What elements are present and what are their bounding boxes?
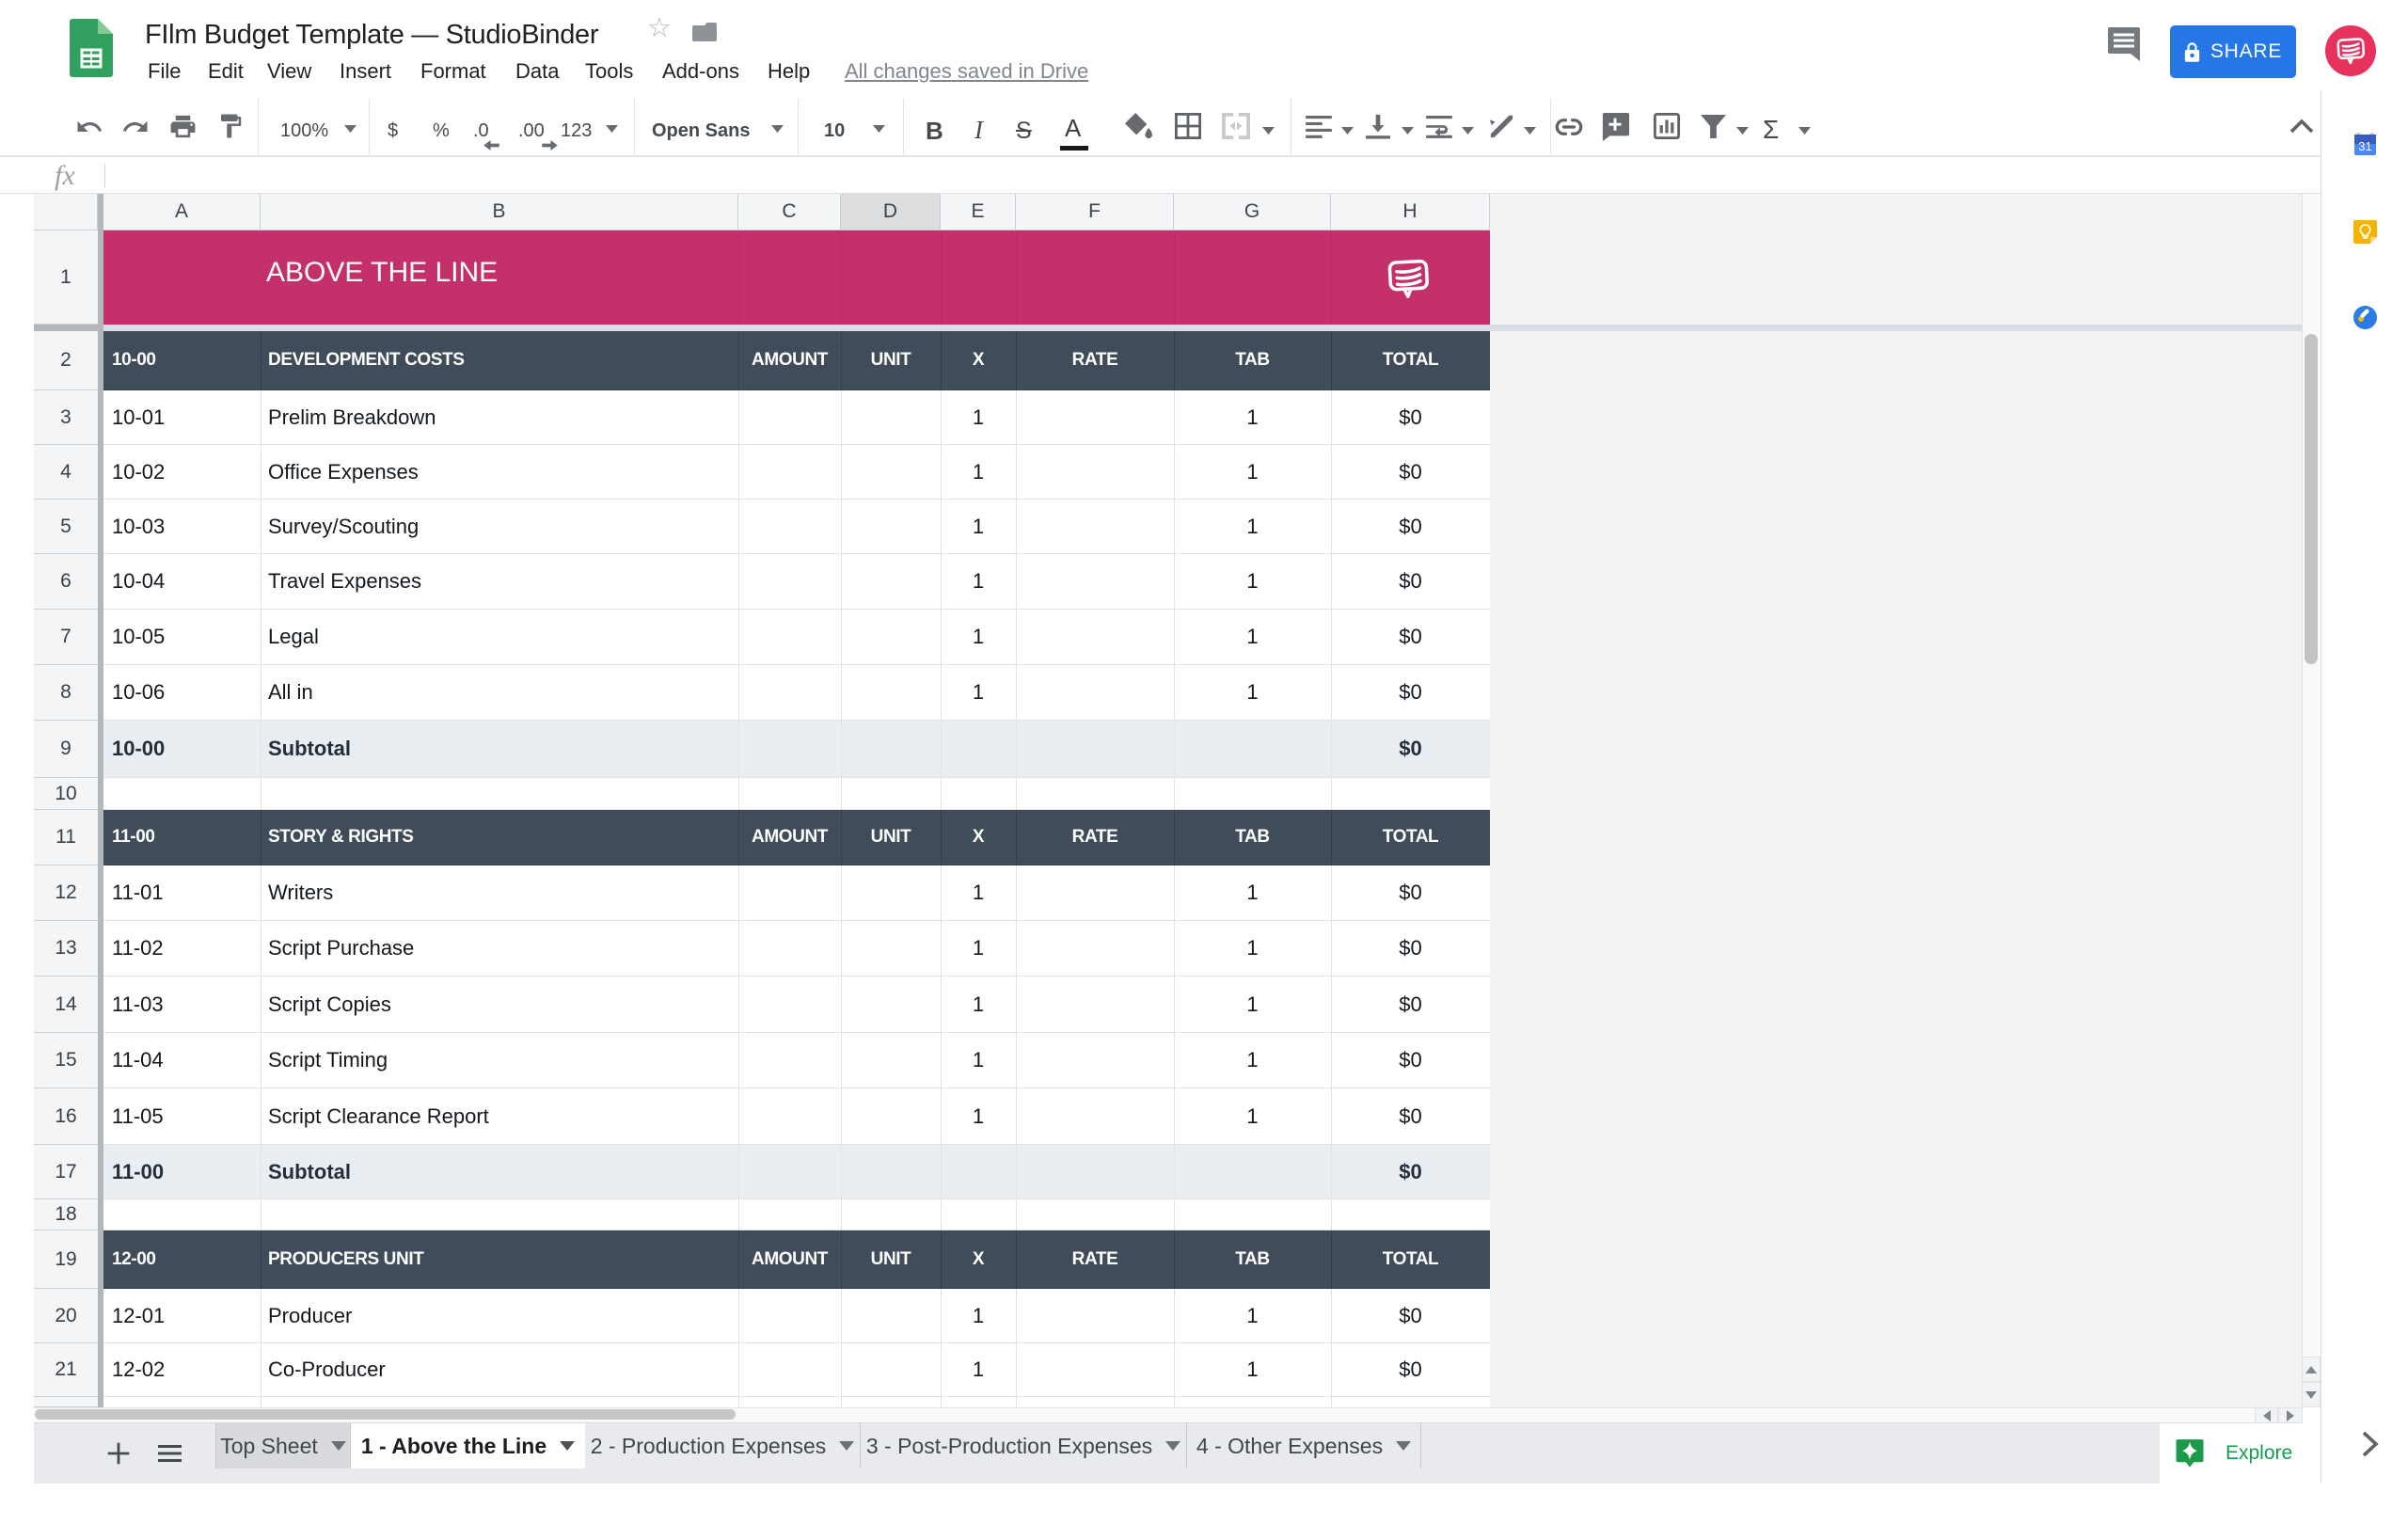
svg-text:31: 31	[2358, 139, 2371, 153]
